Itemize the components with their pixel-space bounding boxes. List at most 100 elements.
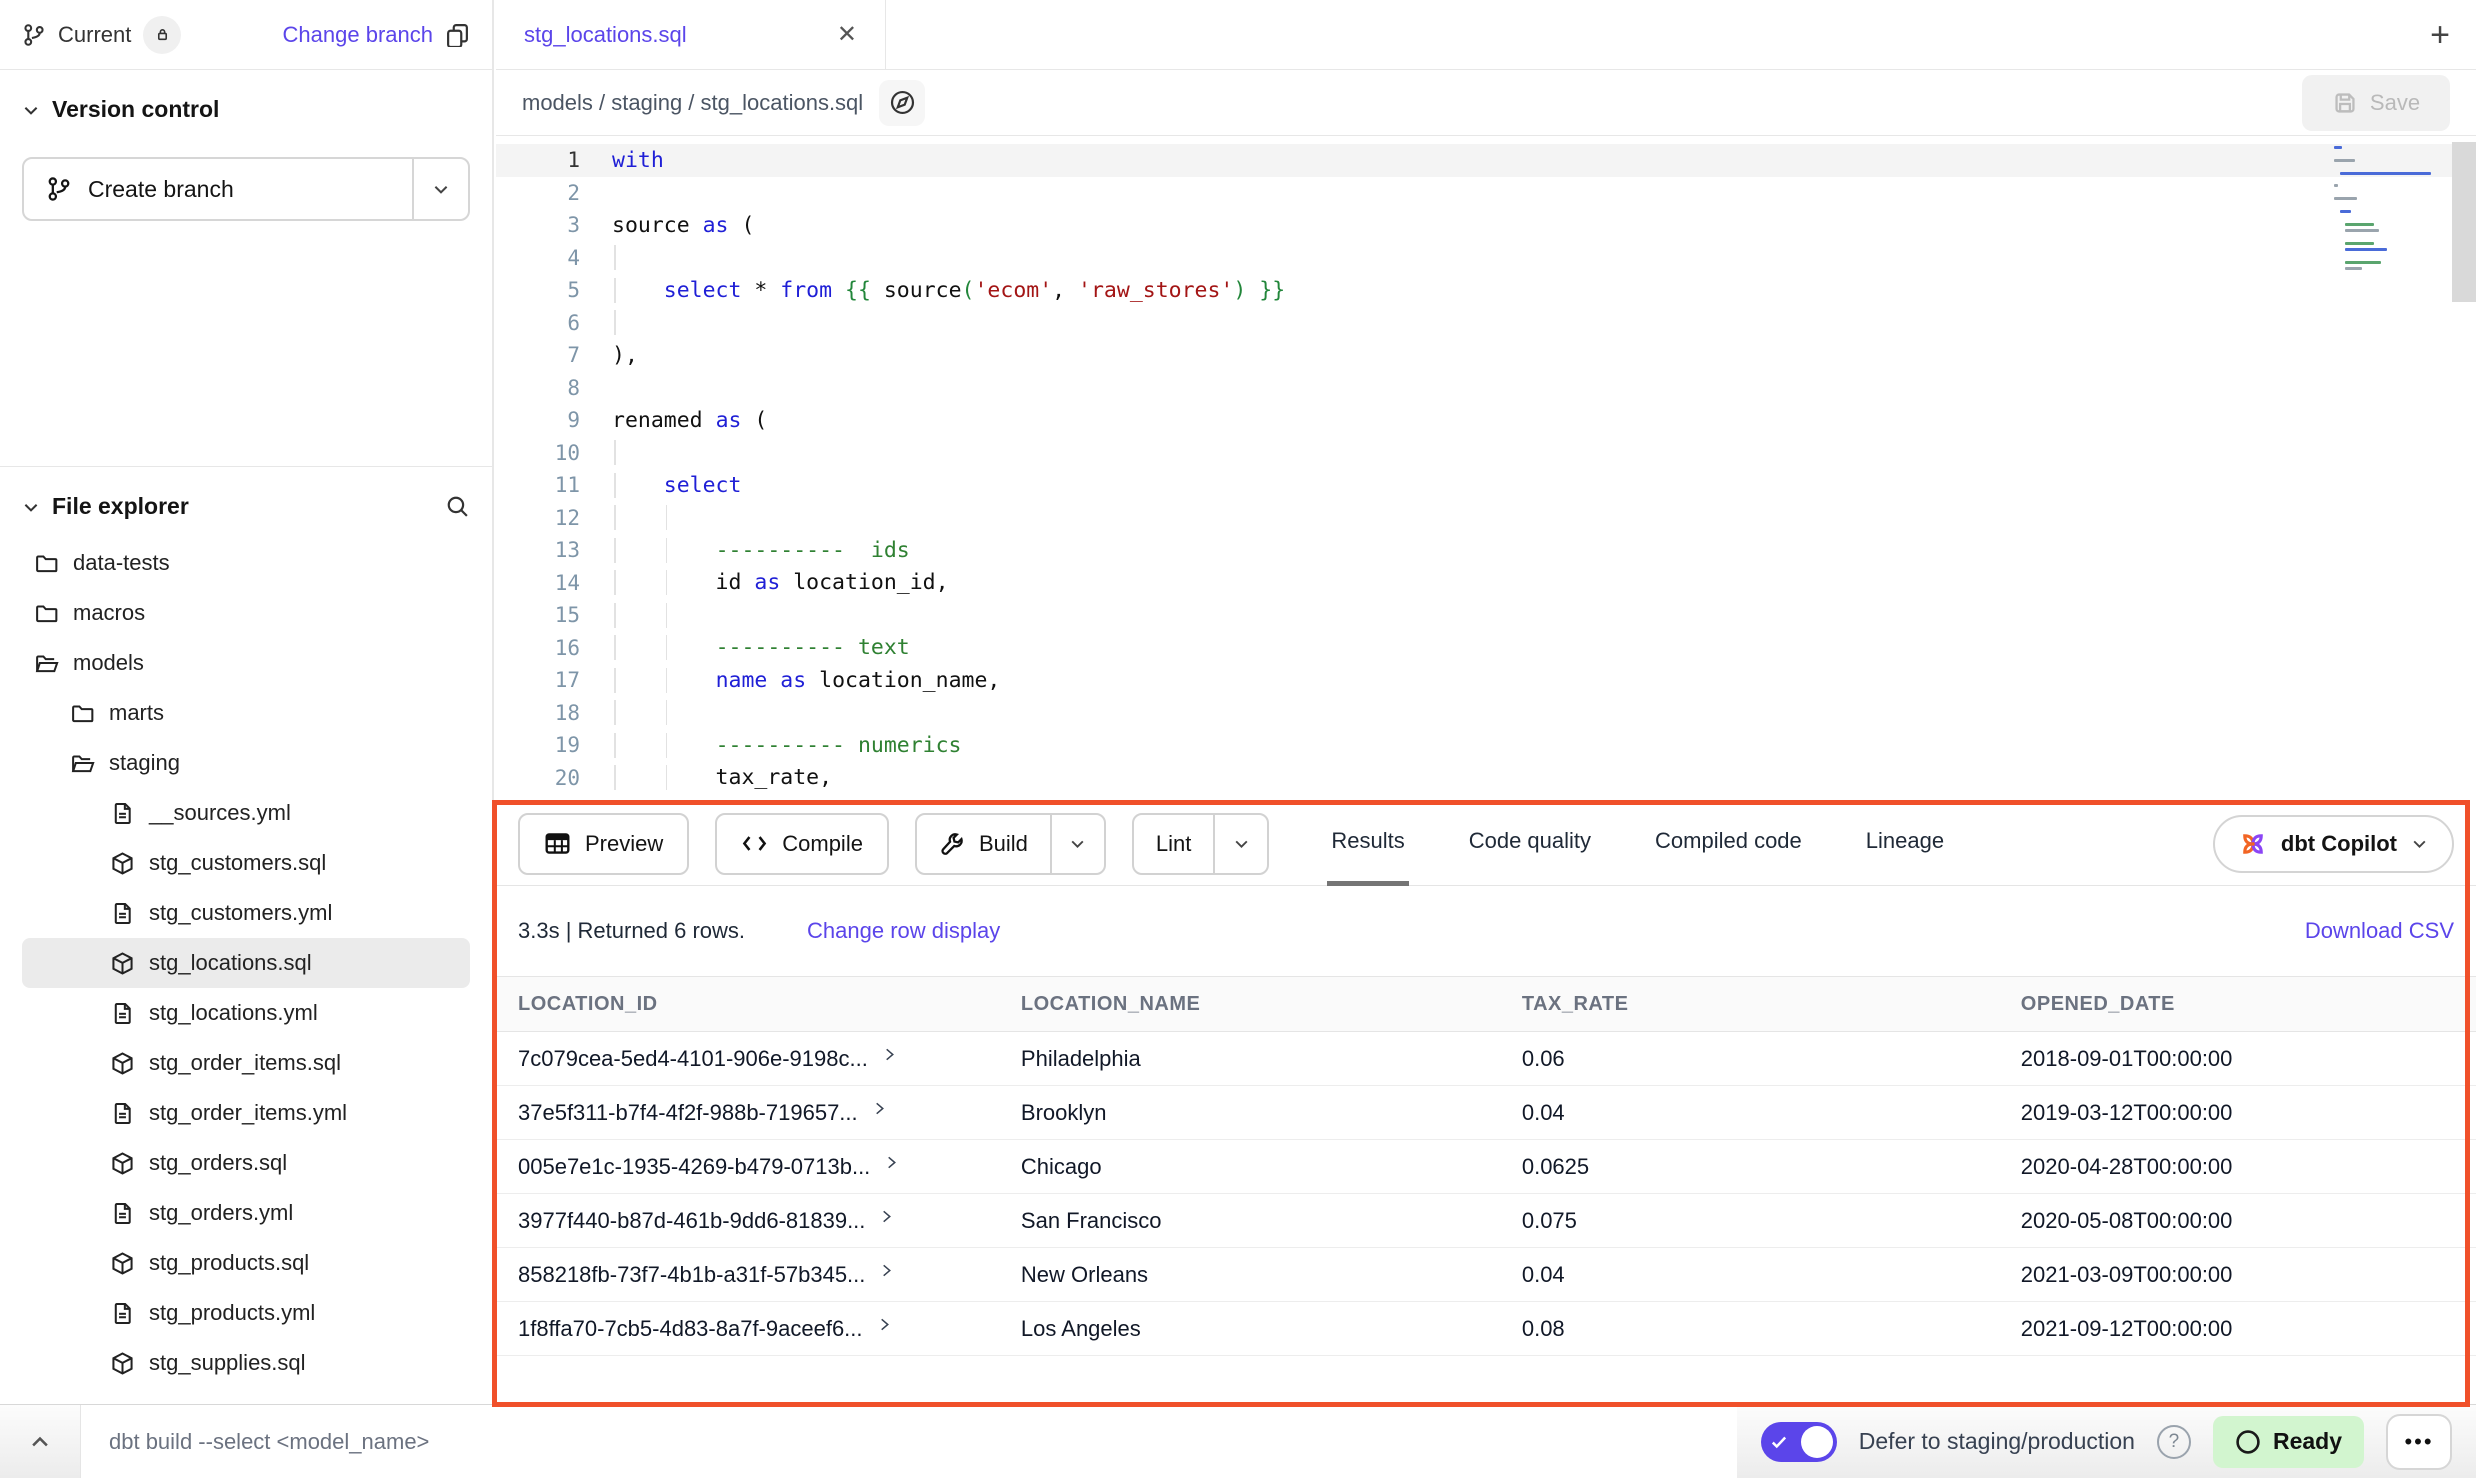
change-branch-link[interactable]: Change branch xyxy=(283,22,433,48)
new-tab-button[interactable]: + xyxy=(2430,0,2450,70)
line-number: 12 xyxy=(496,506,580,530)
line-number: 19 xyxy=(496,733,580,757)
expand-cell-icon[interactable] xyxy=(872,1101,887,1116)
line-number: 6 xyxy=(496,311,580,335)
search-icon[interactable] xyxy=(445,494,470,519)
code-line[interactable]: 10 xyxy=(496,437,2476,470)
cell-opened-date: 2019-03-12T00:00:00 xyxy=(1999,1086,2476,1140)
code-line[interactable]: 3source as ( xyxy=(496,209,2476,242)
panel-tab-code-quality[interactable]: Code quality xyxy=(1465,802,1595,886)
download-csv-link[interactable]: Download CSV xyxy=(2305,918,2454,944)
file-item-stg-locations-yml[interactable]: stg_locations.yml xyxy=(22,988,470,1038)
collapse-command-bar-button[interactable] xyxy=(0,1405,80,1478)
code-line[interactable]: 9renamed as ( xyxy=(496,404,2476,437)
chevron-up-icon xyxy=(29,1431,51,1453)
expand-cell-icon[interactable] xyxy=(879,1209,894,1224)
file-item-stg-order-items-sql[interactable]: stg_order_items.sql xyxy=(22,1038,470,1088)
code-line[interactable]: 18 xyxy=(496,697,2476,730)
preview-button[interactable]: Preview xyxy=(518,813,689,875)
code-line[interactable]: 12 xyxy=(496,502,2476,535)
minimap[interactable] xyxy=(2334,146,2442,274)
file-item-stg-orders-sql[interactable]: stg_orders.sql xyxy=(22,1138,470,1188)
help-icon[interactable]: ? xyxy=(2157,1425,2191,1459)
create-branch-button[interactable]: Create branch xyxy=(22,157,470,221)
panel-tab-lineage[interactable]: Lineage xyxy=(1862,802,1948,886)
code-editor[interactable]: 1with2 3source as (4 5 select * from {{ … xyxy=(496,136,2476,802)
code-line[interactable]: 14 id as location_id, xyxy=(496,567,2476,600)
line-number: 10 xyxy=(496,441,580,465)
code-text: ---------- text xyxy=(612,635,910,660)
chevron-down-icon[interactable] xyxy=(22,101,40,119)
file-item-models[interactable]: models xyxy=(22,638,470,688)
file-item-stg-supplies-sql[interactable]: stg_supplies.sql xyxy=(22,1338,470,1388)
expand-cell-icon[interactable] xyxy=(882,1047,897,1062)
file-item--sources-yml[interactable]: __sources.yml xyxy=(22,788,470,838)
code-line[interactable]: 11 select xyxy=(496,469,2476,502)
file-item-label: stg_orders.yml xyxy=(149,1200,293,1226)
file-item-stg-order-items-yml[interactable]: stg_order_items.yml xyxy=(22,1088,470,1138)
dbt-copilot-button[interactable]: dbt Copilot xyxy=(2213,815,2454,873)
code-line[interactable]: 1with xyxy=(496,144,2476,177)
table-row: 005e7e1c-1935-4269-b479-0713b...Chicago0… xyxy=(496,1140,2476,1194)
editor-scrollbar[interactable] xyxy=(2452,142,2476,302)
code-line[interactable]: 20 tax_rate, xyxy=(496,762,2476,795)
lint-dropdown[interactable] xyxy=(1213,815,1267,873)
build-dropdown[interactable] xyxy=(1050,815,1104,873)
code-line[interactable]: 7), xyxy=(496,339,2476,372)
save-button[interactable]: Save xyxy=(2302,75,2450,131)
file-item-stg-customers-sql[interactable]: stg_customers.sql xyxy=(22,838,470,888)
code-line[interactable]: 13 ---------- ids xyxy=(496,534,2476,567)
command-input[interactable]: dbt build --select <model_name> xyxy=(80,1405,1737,1478)
code-line[interactable]: 19 ---------- numerics xyxy=(496,729,2476,762)
build-button[interactable]: Build xyxy=(915,813,1106,875)
code-line[interactable]: 8 xyxy=(496,372,2476,405)
close-icon[interactable]: ✕ xyxy=(837,23,857,47)
code-line[interactable]: 15 xyxy=(496,599,2476,632)
compile-button[interactable]: Compile xyxy=(715,813,889,875)
expand-cell-icon[interactable] xyxy=(879,1263,894,1278)
file-item-data-tests[interactable]: data-tests xyxy=(22,538,470,588)
panel-tab-compiled-code[interactable]: Compiled code xyxy=(1651,802,1806,886)
create-branch-dropdown[interactable] xyxy=(412,159,468,219)
folder-open-icon xyxy=(70,751,95,776)
panel-tabs: Results Code quality Compiled code Lineage xyxy=(1327,802,2004,886)
lint-button[interactable]: Lint xyxy=(1132,813,1269,875)
code-line[interactable]: 5 select * from {{ source('ecom', 'raw_s… xyxy=(496,274,2476,307)
code-line[interactable]: 4 xyxy=(496,242,2476,275)
git-branch-icon xyxy=(22,23,46,47)
file-item-staging[interactable]: staging xyxy=(22,738,470,788)
defer-toggle[interactable] xyxy=(1761,1422,1837,1462)
copy-icon[interactable] xyxy=(445,22,470,47)
tab-stg-locations[interactable]: stg_locations.sql ✕ xyxy=(496,0,886,69)
code-text: with xyxy=(612,148,664,173)
file-item-macros[interactable]: macros xyxy=(22,588,470,638)
code-line[interactable]: 6 xyxy=(496,307,2476,340)
model-icon xyxy=(110,1351,135,1376)
expand-cell-icon[interactable] xyxy=(877,1317,892,1332)
file-item-stg-products-sql[interactable]: stg_products.sql xyxy=(22,1238,470,1288)
expand-cell-icon[interactable] xyxy=(884,1155,899,1170)
code-line[interactable]: 16 ---------- text xyxy=(496,632,2476,665)
defer-label: Defer to staging/production xyxy=(1859,1428,2135,1455)
cell-location-name: San Francisco xyxy=(999,1194,1500,1248)
locate-in-tree-button[interactable] xyxy=(879,80,925,126)
code-text xyxy=(612,375,625,400)
chevron-down-icon[interactable] xyxy=(22,498,40,516)
file-item-stg-locations-sql[interactable]: stg_locations.sql xyxy=(22,938,470,988)
file-item-stg-products-yml[interactable]: stg_products.yml xyxy=(22,1288,470,1338)
code-text xyxy=(612,310,625,335)
file-icon xyxy=(110,1301,135,1326)
panel-tab-results[interactable]: Results xyxy=(1327,802,1408,886)
code-line[interactable]: 17 name as location_name, xyxy=(496,664,2476,697)
line-number: 17 xyxy=(496,668,580,692)
model-icon xyxy=(110,951,135,976)
file-item-stg-orders-yml[interactable]: stg_orders.yml xyxy=(22,1188,470,1238)
code-text: select xyxy=(612,473,741,498)
code-line[interactable]: 2 xyxy=(496,177,2476,210)
code-text: ---------- numerics xyxy=(612,733,962,758)
file-item-marts[interactable]: marts xyxy=(22,688,470,738)
change-row-display-link[interactable]: Change row display xyxy=(807,918,1000,944)
more-options-button[interactable]: ••• xyxy=(2386,1414,2452,1470)
file-item-stg-customers-yml[interactable]: stg_customers.yml xyxy=(22,888,470,938)
code-icon xyxy=(741,830,768,857)
